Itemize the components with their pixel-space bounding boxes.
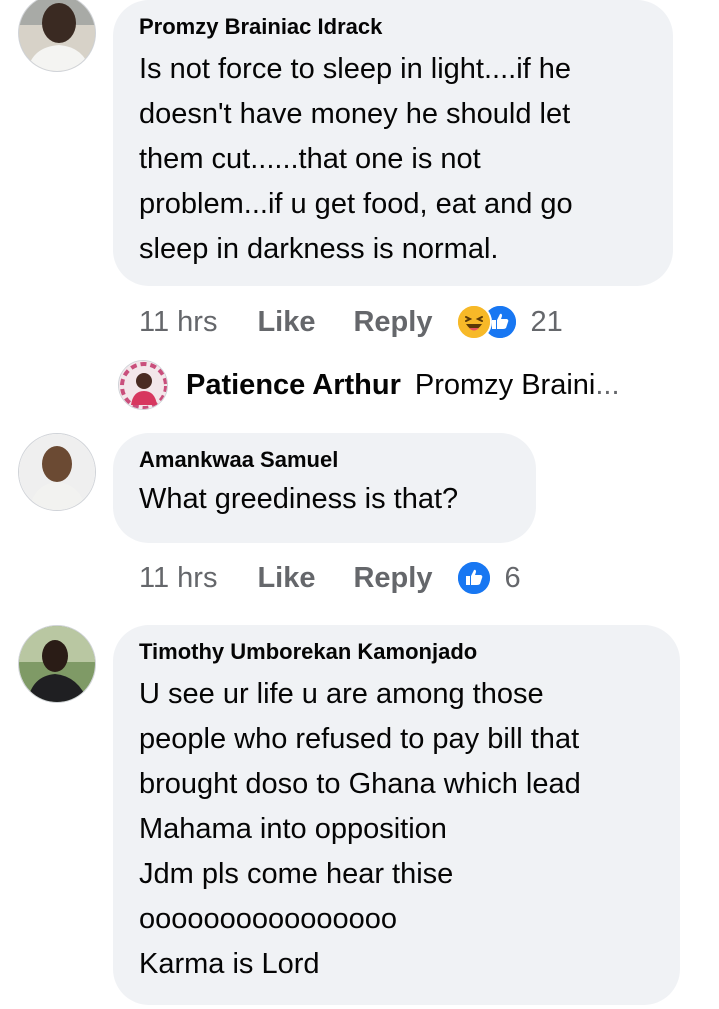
profile-photo-icon — [19, 626, 95, 702]
reply-preview[interactable]: Patience Arthur Promzy Braini... — [118, 360, 620, 410]
comment-bubble: Promzy Brainiac Idrack Is not force to s… — [113, 0, 673, 286]
comment-text-line: Jdm pls come hear thise — [139, 858, 454, 890]
reply-ellipsis: ... — [595, 368, 620, 401]
like-icon — [456, 560, 493, 596]
reply-button[interactable]: Reply — [353, 306, 432, 339]
comment-text-line: Is not force to sleep in light....if he — [139, 53, 572, 85]
profile-photo-icon — [119, 361, 167, 409]
reply-snippet[interactable]: Promzy Braini... — [415, 369, 620, 402]
comment-author[interactable]: Amankwaa Samuel — [139, 447, 508, 473]
comment-text-line: Karma is Lord — [139, 948, 320, 980]
comment-text: Is not force to sleep in light....if he … — [139, 47, 645, 272]
reaction-count: 6 — [504, 561, 521, 594]
reaction-summary[interactable]: 21 — [456, 304, 563, 340]
reaction-summary[interactable]: 6 — [456, 560, 521, 596]
comment-bubble: Amankwaa Samuel What greediness is that? — [113, 433, 536, 543]
comment-text-line: U see ur life u are among those — [139, 678, 544, 710]
comment-text-line: What greediness is that? — [139, 483, 459, 515]
reply-button[interactable]: Reply — [353, 562, 432, 595]
comment-timestamp[interactable]: 11 hrs — [139, 306, 217, 339]
comment-text-line: sleep in darkness is normal. — [139, 233, 499, 265]
haha-icon — [456, 304, 493, 340]
comment-text: U see ur life u are among those people w… — [139, 672, 652, 987]
comment-text-line: them cut......that one is not — [139, 143, 481, 175]
comment-text-line: brought doso to Ghana which lead — [139, 768, 581, 800]
reply-snippet-text: Promzy Braini — [414, 368, 596, 401]
avatar-promzy[interactable] — [18, 0, 96, 72]
like-button[interactable]: Like — [257, 306, 315, 339]
like-button[interactable]: Like — [257, 562, 315, 595]
comment-actions: 11 hrs Like Reply 21 — [139, 302, 563, 342]
avatar-timothy[interactable] — [18, 625, 96, 703]
comment-bubble: Timothy Umborekan Kamonjado U see ur lif… — [113, 625, 680, 1005]
avatar-patience[interactable] — [118, 360, 168, 410]
reaction-count: 21 — [530, 305, 563, 338]
comment-text: What greediness is that? — [139, 477, 508, 522]
comment-text-line: Mahama into opposition — [139, 813, 447, 845]
reply-author[interactable]: Patience Arthur — [186, 369, 401, 402]
comment-timestamp[interactable]: 11 hrs — [139, 562, 217, 595]
comment-author[interactable]: Timothy Umborekan Kamonjado — [139, 639, 652, 665]
comment-text-line: problem...if u get food, eat and go — [139, 188, 573, 220]
comment-actions: 11 hrs Like Reply 6 — [139, 558, 521, 598]
comment-text-line: oooooooooooooooo — [139, 903, 398, 935]
comment-author[interactable]: Promzy Brainiac Idrack — [139, 14, 645, 40]
avatar-amankwaa[interactable] — [18, 433, 96, 511]
profile-photo-icon — [19, 434, 95, 510]
comment-text-line: people who refused to pay bill that — [139, 723, 580, 755]
profile-photo-icon — [19, 0, 95, 71]
comment-text-line: doesn't have money he should let — [139, 98, 571, 130]
